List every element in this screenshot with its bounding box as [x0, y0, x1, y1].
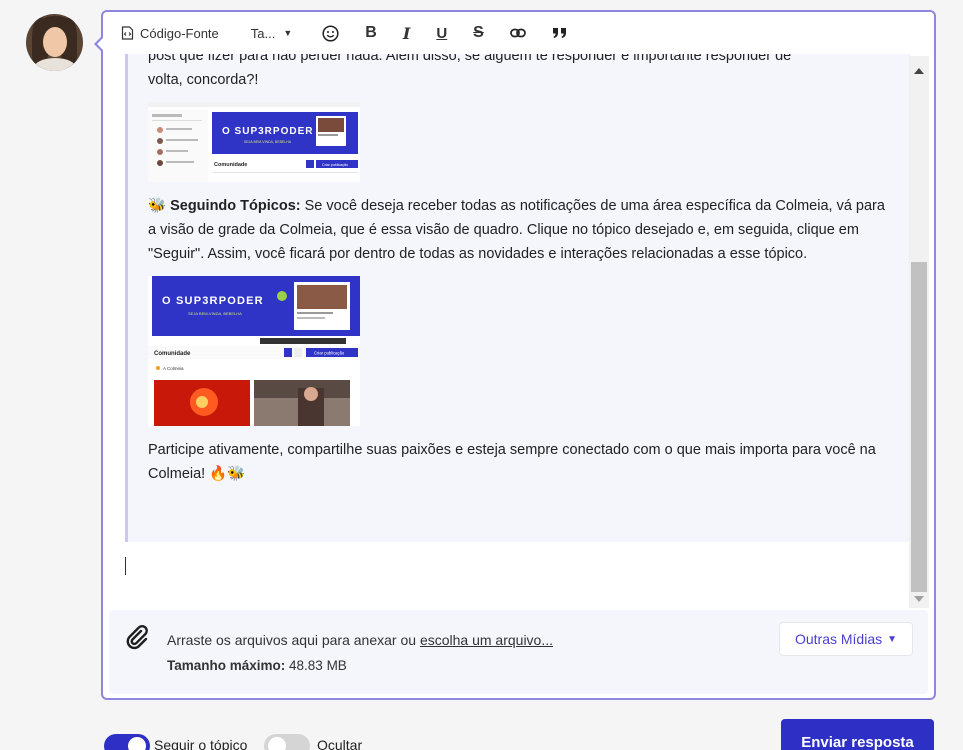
- user-avatar: [26, 14, 83, 71]
- emoji-button[interactable]: [322, 24, 339, 42]
- paragraph-cut-line: post que fizer para não perder nada. Alé…: [148, 54, 792, 64]
- community-screenshot-1[interactable]: O SUP3RPODER SEJA BEM-VINDA, BEBELHA Com…: [148, 102, 360, 182]
- editor-toolbar: Código-Fonte Ta... ▼ B I U S: [103, 12, 934, 54]
- shot1-brand: O SUP3RPODER: [222, 126, 313, 137]
- attachment-dropzone[interactable]: Arraste os arquivos aqui para anexar ou …: [109, 610, 928, 694]
- scroll-up-arrow-icon[interactable]: [914, 68, 924, 74]
- source-code-button[interactable]: Código-Fonte: [121, 26, 219, 41]
- shot2-button: Criar publicação: [314, 351, 345, 356]
- max-size-info: Tamanho máximo: 48.83 MB: [167, 658, 347, 673]
- strikethrough-icon: S: [473, 24, 484, 41]
- quote-icon: [552, 28, 566, 38]
- hide-toggle[interactable]: [264, 734, 310, 750]
- text-cursor: [125, 557, 126, 575]
- fire-bee-icon: 🔥🐝: [209, 466, 246, 482]
- reply-footer: Seguir o tópico Ocultar Enviar resposta: [0, 718, 963, 750]
- smiley-icon: [322, 24, 339, 42]
- strikethrough-button[interactable]: S: [473, 24, 484, 42]
- toggle-knob: [268, 737, 286, 750]
- shot1-subtitle: SEJA BEM-VINDA, BEBELHA: [244, 140, 292, 144]
- font-size-dropdown[interactable]: Ta... ▼: [251, 26, 293, 41]
- other-media-label: Outras Mídias: [794, 631, 883, 647]
- send-reply-button[interactable]: Enviar resposta: [781, 719, 934, 750]
- shot2-subtitle: SEJA BEM-VINDA, BEBELHA: [188, 311, 242, 316]
- bold-icon: B: [365, 24, 377, 41]
- italic-icon: I: [402, 23, 411, 43]
- community-screenshot-2[interactable]: O SUP3RPODER SEJA BEM-VINDA, BEBELHA Com…: [148, 276, 360, 426]
- underline-button[interactable]: U: [436, 25, 447, 42]
- scroll-down-arrow-icon[interactable]: [914, 596, 924, 602]
- shot1-section: Comunidade: [214, 162, 247, 168]
- follow-topic-toggle[interactable]: [104, 734, 150, 750]
- message-body: post que fizer para não perder nada. Alé…: [128, 54, 911, 486]
- reply-editor[interactable]: Código-Fonte Ta... ▼ B I U S post que fi…: [94, 10, 936, 700]
- bee-icon: 🐝: [148, 198, 167, 214]
- underline-icon: U: [436, 24, 448, 42]
- paragraph-participate: Participe ativamente, compartilhe suas p…: [148, 438, 893, 486]
- paragraph-1: volta, concorda?!: [148, 72, 259, 88]
- choose-file-link[interactable]: escolha um arquivo...: [420, 632, 553, 648]
- paperclip-icon: [126, 625, 148, 650]
- bold-button[interactable]: B: [365, 24, 377, 42]
- shot2-brand: O SUP3RPODER: [162, 295, 264, 307]
- following-topics-title: Seguindo Tópicos:: [170, 198, 301, 214]
- font-size-label: Ta...: [250, 25, 276, 41]
- shot2-section: Comunidade: [154, 351, 191, 357]
- link-icon: [509, 28, 526, 38]
- chevron-down-icon: ▼: [283, 28, 293, 38]
- hide-label: Ocultar: [317, 737, 363, 750]
- editor-scrollbar[interactable]: [909, 56, 929, 608]
- source-code-icon: [121, 26, 134, 40]
- blockquote-button[interactable]: [552, 27, 568, 39]
- shot1-button: Criar publicação: [322, 163, 348, 167]
- shot2-topic: A Colmeia: [163, 366, 184, 371]
- drop-instructions: Arraste os arquivos aqui para anexar ou …: [167, 632, 553, 648]
- quoted-content: post que fizer para não perder nada. Alé…: [125, 54, 911, 542]
- caret-down-icon: ▼: [887, 633, 898, 645]
- link-button[interactable]: [509, 28, 526, 38]
- drop-text: Arraste os arquivos aqui para anexar ou: [167, 632, 420, 648]
- other-media-dropdown[interactable]: Outras Mídias ▼: [779, 622, 913, 656]
- paragraph-following-topics: 🐝 Seguindo Tópicos: Se você deseja receb…: [148, 194, 893, 266]
- toggle-knob: [128, 737, 146, 750]
- scrollbar-thumb[interactable]: [911, 262, 927, 592]
- max-size-label: Tamanho máximo:: [167, 658, 286, 673]
- max-size-value: 48.83 MB: [285, 658, 347, 673]
- follow-topic-label: Seguir o tópico: [154, 737, 248, 750]
- source-code-label: Código-Fonte: [140, 25, 219, 41]
- participate-text: Participe ativamente, compartilhe suas p…: [148, 442, 876, 482]
- italic-button[interactable]: I: [403, 24, 410, 43]
